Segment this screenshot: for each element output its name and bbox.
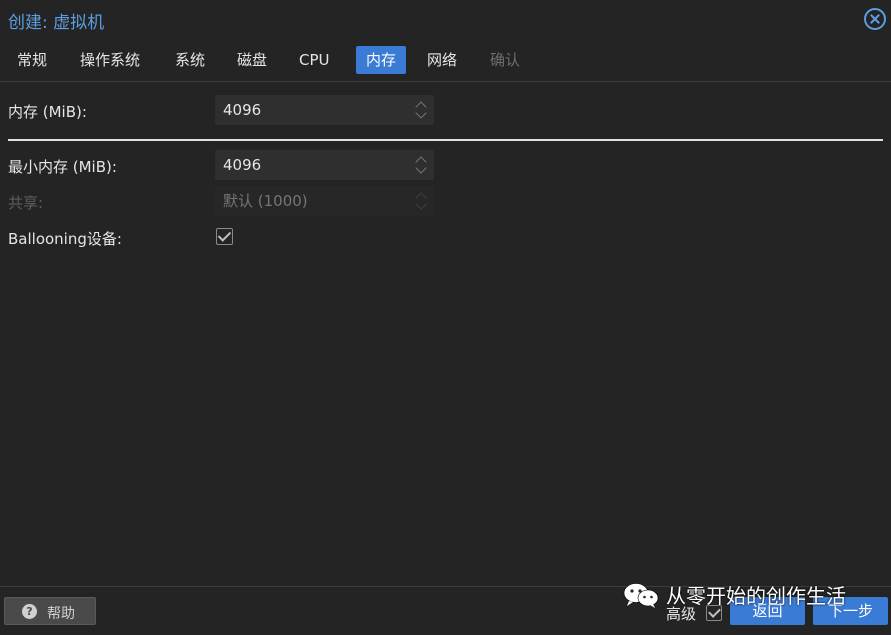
help-label: 帮助	[47, 606, 75, 622]
section-divider	[8, 139, 883, 141]
tab-confirm: 确认	[490, 51, 521, 69]
shares-input	[215, 186, 405, 216]
shares-spinner	[215, 186, 434, 216]
memory-spinner[interactable]	[215, 95, 434, 125]
wechat-icon	[623, 583, 659, 608]
ballooning-label: Ballooning设备:	[8, 230, 122, 248]
tab-memory[interactable]: 内存	[356, 46, 406, 74]
memory-input[interactable]	[215, 95, 405, 125]
tab-disks[interactable]: 磁盘	[229, 46, 275, 74]
tab-os[interactable]: 操作系统	[72, 46, 148, 74]
spinner-arrows-icon[interactable]	[414, 155, 428, 175]
watermark-text: 从零开始的创作生活	[666, 584, 846, 608]
tab-cpu[interactable]: CPU	[291, 46, 338, 74]
spinner-arrows-icon[interactable]	[414, 100, 428, 120]
min-memory-spinner[interactable]	[215, 150, 434, 180]
ballooning-checkbox[interactable]	[216, 228, 233, 245]
close-icon[interactable]	[864, 8, 886, 30]
tab-network[interactable]: 网络	[419, 46, 465, 74]
min-memory-label: 最小内存 (MiB):	[8, 158, 117, 176]
tab-system[interactable]: 系统	[167, 46, 213, 74]
window-title: 创建: 虚拟机	[8, 13, 105, 33]
tab-general[interactable]: 常规	[9, 46, 55, 74]
window-titlebar: 创建: 虚拟机	[0, 0, 891, 40]
tab-bar: 常规 操作系统 系统 磁盘 CPU 内存 网络 确认	[0, 44, 891, 82]
spinner-arrows-icon	[414, 191, 428, 211]
help-button[interactable]: ? 帮助	[4, 597, 96, 625]
memory-label: 内存 (MiB):	[8, 103, 87, 121]
shares-label: 共享:	[8, 194, 44, 212]
min-memory-input[interactable]	[215, 150, 405, 180]
question-circle-icon: ?	[22, 604, 37, 619]
